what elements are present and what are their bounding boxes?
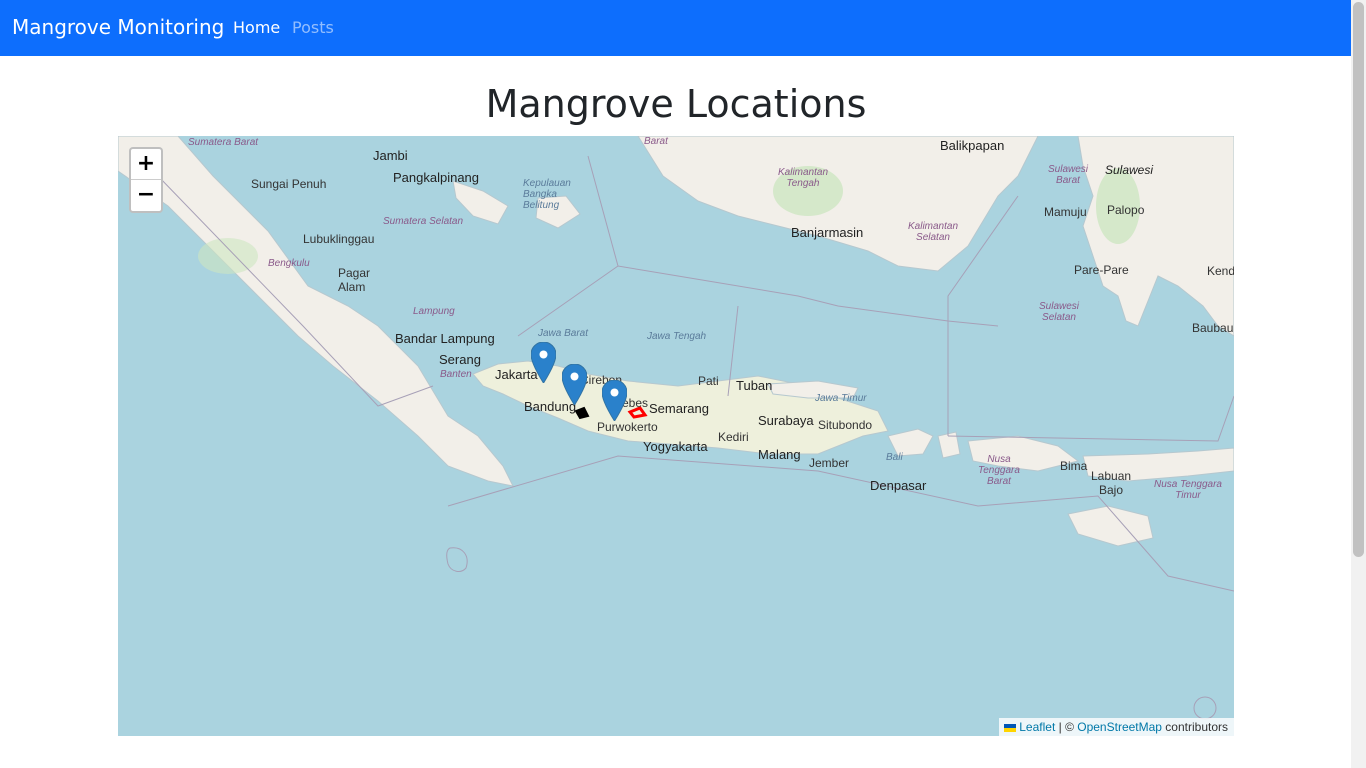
map-label: Jawa Timur [815,393,867,404]
map-label: Bali [886,452,903,463]
zoom-in-button[interactable]: + [131,149,161,180]
map-label: Jambi [373,148,408,163]
map-label: Lubuklinggau [303,232,375,246]
map-label: Denpasar [870,478,927,493]
map-label: Banten [440,369,472,380]
map-label: Pare-Pare [1074,263,1129,277]
page-scrollbar[interactable] [1351,0,1366,768]
map-label: Bima [1060,459,1088,473]
zoom-out-button[interactable]: − [131,180,161,210]
nav-link-posts[interactable]: Posts [292,18,334,37]
leaflet-map[interactable]: Sumatera Barat Jambi Sungai Penuh Pangka… [118,136,1234,736]
map-label: Pati [698,374,719,388]
map-label: Bandar Lampung [395,331,495,346]
map-label: Nusa Tenggara Barat [978,454,1020,487]
nav-link-home[interactable]: Home [233,18,280,37]
leaflet-link[interactable]: Leaflet [1019,720,1055,734]
map-label: Bengkulu [268,258,310,269]
attribution-separator: | © [1055,720,1078,734]
map-label: Lampung [413,306,455,317]
map-marker[interactable] [531,342,556,383]
brand-link[interactable]: Mangrove Monitoring [12,15,224,39]
map-attribution: Leaflet | © OpenStreetMap contributors [999,718,1234,736]
map-label: Labuan Bajo [1091,469,1132,497]
top-navbar: Mangrove Monitoring Home Posts [0,0,1351,56]
map-label: Balikpapan [940,138,1005,153]
map-label: Barat [644,136,668,147]
map-label: Serang [439,352,481,367]
sumba-island [1067,505,1154,547]
attribution-suffix: contributors [1161,720,1228,734]
map-label: Kend [1207,264,1234,278]
map-label: Kepulauan Bangka Belitung [523,178,571,211]
map-label: Jawa Barat [538,328,589,339]
map-label: Mamuju [1044,205,1087,219]
map-label: Banjarmasin [791,225,864,240]
map-label: Tuban [736,378,773,393]
map-label: Sulawesi Selatan [1038,301,1080,323]
sulawesi-landmass [1077,136,1234,337]
map-label: Malang [758,447,801,462]
map-label: Purwokerto [597,420,658,434]
page-title: Mangrove Locations [485,82,867,126]
map-label: Sumatera Selatan [383,216,464,227]
map-label: Kalimantan Selatan [907,221,959,243]
map-label: Kediri [718,430,749,444]
map-label: Surabaya [758,413,814,428]
map-label: Jember [809,456,850,470]
map-label: Sungai Penuh [251,177,327,191]
map-label: Situbondo [818,418,873,432]
christmas-island [446,547,468,572]
map-label: Semarang [649,401,709,416]
openstreetmap-link[interactable]: OpenStreetMap [1077,720,1162,734]
zoom-control: + − [129,147,163,213]
map-label: Pagar Alam [338,266,371,294]
map-label: Sulawesi [1105,163,1154,177]
map-label: Pangkalpinang [393,170,480,185]
scrollbar-thumb[interactable] [1353,2,1364,557]
ukraine-flag-icon [1004,724,1017,732]
map-label: Yogyakarta [643,439,708,454]
map-label: Jawa Tengah [647,331,707,342]
map-label: Baubau [1192,321,1234,335]
map-marker[interactable] [562,364,587,405]
map-label: Sulawesi Barat [1048,164,1089,186]
map-label: Sumatera Barat [188,137,259,148]
map-label: Palopo [1107,203,1145,217]
map-tiles [118,136,1234,720]
map-marker[interactable] [602,380,627,421]
map-label: Nusa Tenggara Timur [1153,479,1222,501]
map-label: Kalimantan Tengah [777,167,829,189]
